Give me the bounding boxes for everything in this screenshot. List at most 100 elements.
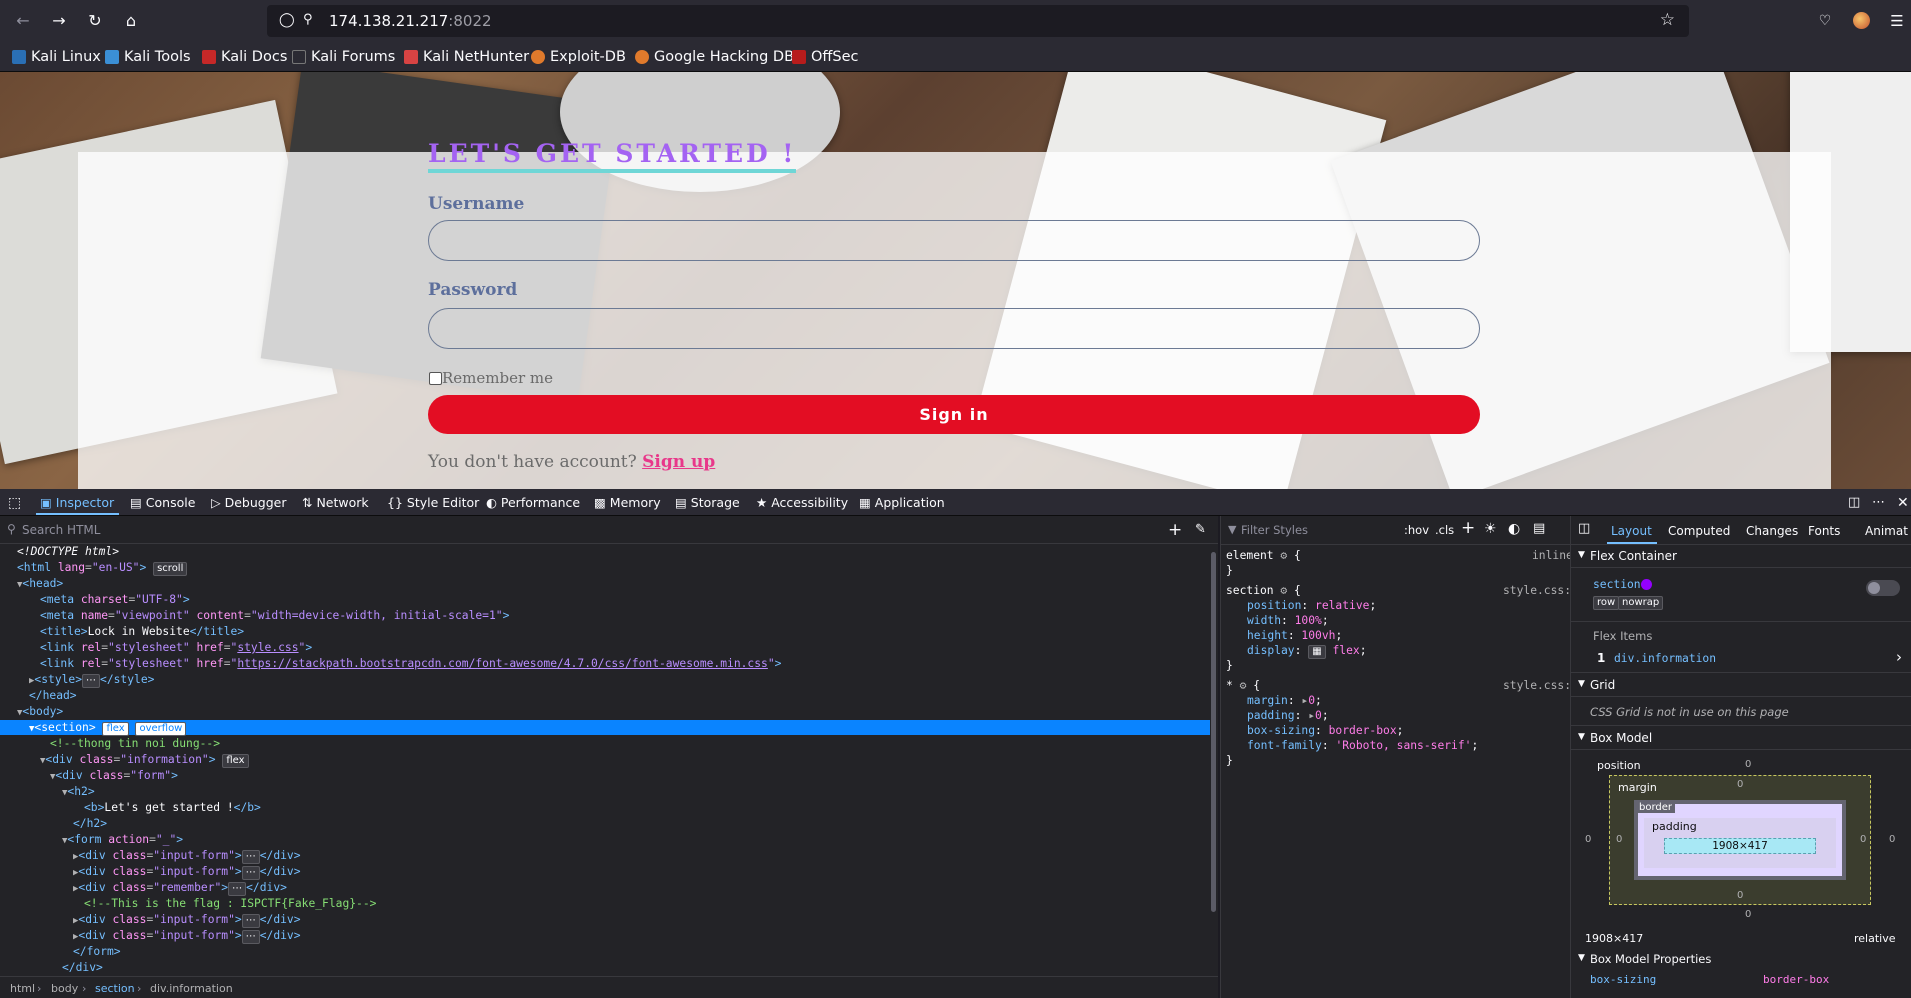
markup-line[interactable]: <meta name="viewpoint" content="width=de… [40,608,509,624]
add-node-icon[interactable]: + [1168,520,1182,540]
bookmark-item[interactable]: Exploit-DB [531,47,626,67]
rule-selector[interactable]: section ⚙ { [1226,583,1301,598]
bookmark-item[interactable]: Google Hacking DB [635,47,794,67]
flex-container-node[interactable]: section [1593,578,1641,591]
tab-animations[interactable]: Animat [1865,524,1908,538]
bookmark-item[interactable]: Kali NetHunter [404,47,529,67]
markup-line[interactable]: ▼<div class="form"> [50,768,178,784]
tab-storage[interactable]: ▤ Storage [675,495,740,510]
flex-item-node[interactable]: div.information [1614,652,1716,665]
flex-badge[interactable]: flex [102,722,129,736]
breadcrumb-item[interactable]: div.information [150,982,233,995]
url-bar[interactable]: ◯ ⚲ 174.138.21.217:8022 ☆ [267,5,1689,37]
sign-up-link[interactable]: Sign up [642,452,715,472]
print-media-icon[interactable]: ▤ [1533,521,1545,536]
markup-line[interactable]: </div> [62,960,103,976]
tab-fonts[interactable]: Fonts [1808,524,1840,538]
markup-line-selected[interactable]: ▼<section> flex overflow [29,720,187,736]
breadcrumb-item[interactable]: html [10,982,35,995]
tab-performance[interactable]: ◐ Performance [486,495,580,510]
more-options-icon[interactable]: ⋯ [1872,495,1885,510]
pocket-icon[interactable]: ♡ [1814,10,1836,32]
bookmark-star-icon[interactable]: ☆ [1660,10,1675,30]
tab-memory[interactable]: ▩ Memory [594,495,661,510]
breadcrumb-item[interactable]: section [95,982,135,995]
chevron-right-icon[interactable]: › [1896,648,1902,666]
password-input[interactable] [428,308,1480,349]
home-icon[interactable]: ⌂ [120,10,142,32]
color-swatch-icon[interactable] [1641,579,1652,590]
bookmark-item[interactable]: Kali Linux [12,47,101,67]
dock-icon[interactable]: ◫ [1848,495,1860,510]
tab-inspector[interactable]: ▣ Inspector [40,495,114,510]
flex-container-header[interactable]: Flex Container [1590,549,1677,563]
markup-line[interactable]: ▶<div class="input-form"> ⋯ </div> [73,864,301,880]
markup-line[interactable]: <title>Lock in Website</title> [40,624,244,640]
cls-button[interactable]: .cls [1435,523,1454,537]
tab-network[interactable]: ⇅ Network [302,495,369,510]
hov-button[interactable]: :hov [1404,523,1429,537]
markup-line[interactable]: ▶<div class="remember"> ⋯ </div> [73,880,287,896]
tab-application[interactable]: ▦ Application [859,495,945,510]
flex-badge[interactable]: flex [222,754,249,768]
grid-header[interactable]: Grid [1590,678,1615,692]
markup-line[interactable]: <link rel="stylesheet" href="https://sta… [40,656,781,672]
rule-declaration[interactable]: display: ▦ flex; [1247,643,1367,659]
box-model-header[interactable]: Box Model [1590,731,1652,745]
markup-line[interactable]: </head> [29,688,77,704]
add-rule-icon[interactable]: + [1461,518,1475,538]
rule-declaration[interactable]: height: 100vh; [1247,628,1342,643]
search-html-input[interactable]: Search HTML [22,523,100,537]
markup-line[interactable]: <b>Let's get started !</b> [84,800,261,816]
close-devtools-icon[interactable]: ✕ [1897,495,1909,511]
eyedropper-icon[interactable]: ✎ [1195,522,1206,537]
bookmark-item[interactable]: Kali Docs [202,47,287,67]
rule-selector[interactable]: * ⚙ { [1226,678,1260,693]
tab-style-editor[interactable]: {} Style Editor [387,495,479,510]
bookmark-item[interactable]: Kali Forums [292,47,395,67]
markup-line[interactable]: <!--thong tin noi dung--> [50,736,220,752]
breadcrumb-item[interactable]: body [51,982,78,995]
tab-debugger[interactable]: ▷ Debugger [211,495,286,510]
bm-padding-box[interactable]: padding 1908×417 [1644,818,1836,868]
markup-line[interactable]: ▶<div class="input-form"> ⋯ </div> [73,912,301,928]
shield-icon[interactable]: ◯ [279,12,295,28]
light-theme-icon[interactable]: ☀ [1484,521,1497,537]
tab-computed[interactable]: Computed [1668,524,1730,538]
collapse-arrow-icon[interactable]: ▼ [1578,550,1585,560]
sign-in-button[interactable]: Sign in [428,395,1480,434]
markup-line[interactable]: <link rel="stylesheet" href="style.css"> [40,640,312,656]
account-avatar-icon[interactable] [1853,12,1870,29]
markup-scrollbar[interactable] [1211,552,1216,912]
bm-border-box[interactable]: border padding 1908×417 [1634,800,1846,880]
forward-arrow-icon[interactable]: → [48,10,70,32]
tab-accessibility[interactable]: ★ Accessibility [756,495,848,510]
tab-console[interactable]: ▤ Console [130,495,195,510]
remember-checkbox[interactable] [429,371,442,385]
rule-declaration[interactable]: font-family: 'Roboto, sans-serif'; [1247,738,1478,753]
markup-line[interactable]: ▶<div class="input-form"> ⋯ </div> [73,928,301,944]
menu-icon[interactable]: ☰ [1886,10,1908,32]
flex-highlight-toggle[interactable] [1866,580,1900,596]
bm-properties-header[interactable]: Box Model Properties [1590,952,1711,966]
filter-styles-input[interactable]: Filter Styles [1241,523,1308,537]
rule-declaration[interactable]: margin: ▸0; [1247,693,1322,708]
markup-line[interactable]: ▼<head> [17,576,63,592]
bookmark-item[interactable]: OffSec [792,47,859,67]
back-arrow-icon[interactable]: ← [12,10,34,32]
remember-me[interactable]: Remember me [429,369,553,387]
bm-margin-box[interactable]: margin 0 0 0 0 border padding 1908×417 [1609,775,1871,905]
markup-line[interactable]: </form> [73,944,121,960]
overflow-badge[interactable]: overflow [135,722,187,736]
markup-line[interactable]: ▼<form action="_"> [62,832,183,848]
bookmark-item[interactable]: Kali Tools [105,47,191,67]
username-input[interactable] [428,220,1480,261]
bm-property-value[interactable]: border-box [1763,973,1829,986]
markup-line[interactable]: ▶<div class="input-form"> ⋯ </div> [73,848,301,864]
rule-source[interactable]: inline [1532,548,1573,563]
collapse-arrow-icon[interactable]: ▼ [1578,953,1585,963]
rule-declaration[interactable]: width: 100%; [1247,613,1329,628]
rule-source[interactable]: style.css:1 [1503,678,1578,693]
scroll-badge[interactable]: scroll [153,562,188,576]
markup-line[interactable]: <meta charset="UTF-8"> [40,592,190,608]
